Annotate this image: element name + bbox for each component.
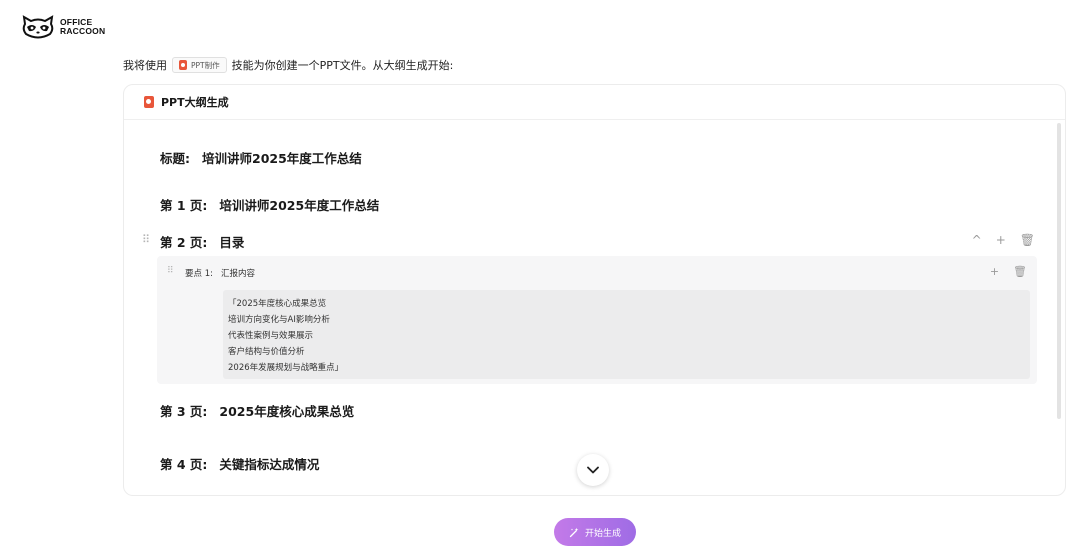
logo-text: OFFICE RACCOON [60, 18, 105, 36]
ppt-icon [179, 60, 187, 70]
intro-suffix: 技能为你创建一个PPT文件。从大纲生成开始: [231, 59, 454, 72]
page-title: 目录 [219, 235, 245, 250]
delete-icon[interactable]: 🗑 [1020, 233, 1035, 247]
page-label: 第 1 页: [160, 198, 208, 213]
point-line: 2026年发展规划与战略重点」 [228, 363, 344, 373]
delete-icon[interactable]: 🗑 [1013, 265, 1027, 278]
scrollbar[interactable] [1057, 123, 1061, 419]
skill-chip[interactable]: PPT制作 [172, 57, 227, 73]
drag-handle-icon[interactable]: ⠿ [167, 266, 174, 276]
collapse-icon[interactable]: ^ [972, 233, 982, 247]
skill-chip-label: PPT制作 [191, 60, 220, 70]
point-actions: + 🗑 [990, 265, 1027, 278]
point-line: 客户结构与价值分析 [228, 347, 305, 357]
page-title: 关键指标达成情况 [219, 457, 320, 472]
page-row-3[interactable]: 第 3 页: 2025年度核心成果总览 [160, 401, 354, 420]
outline-title-row[interactable]: 标题: 培训讲师2025年度工作总结 [160, 148, 362, 167]
logo: OFFICE RACCOON [22, 15, 105, 39]
magic-wand-icon [569, 527, 579, 537]
point-line: 代表性案例与效果展示 [228, 331, 314, 341]
chevron-down-icon [587, 466, 599, 474]
point-line: 培训方向变化与AI影响分析 [228, 315, 330, 325]
card-title: PPT大纲生成 [161, 96, 229, 109]
drag-handle-icon[interactable]: ⠿ [142, 233, 150, 246]
start-generate-label: 开始生成 [584, 528, 621, 539]
card-header: PPT大纲生成 [124, 85, 1065, 120]
page-title: 2025年度核心成果总览 [219, 404, 355, 419]
page-title: 培训讲师2025年度工作总结 [219, 198, 380, 213]
intro-prefix: 我将使用 [123, 59, 167, 72]
page-label: 第 4 页: [160, 457, 208, 472]
page-row-4[interactable]: 第 4 页: 关键指标达成情况 [160, 454, 319, 473]
title-label: 标题: [160, 151, 190, 166]
page-row-2[interactable]: 第 2 页: 目录 [160, 232, 244, 251]
scroll-down-button[interactable] [577, 454, 609, 486]
add-icon[interactable]: + [996, 233, 1006, 247]
point-content-textarea[interactable]: 「2025年度核心成果总览 培训方向变化与AI影响分析 代表性案例与效果展示 客… [223, 290, 1030, 379]
raccoon-logo-icon [22, 15, 54, 39]
add-icon[interactable]: + [990, 265, 999, 278]
ppt-icon [144, 96, 154, 108]
point-item: ⠿ 要点 1: 汇报内容 + 🗑 「2025年度核心成果总览 培训方向变化与AI… [157, 256, 1037, 384]
point-line: 「2025年度核心成果总览 [228, 299, 327, 309]
page-row-1[interactable]: 第 1 页: 培训讲师2025年度工作总结 [160, 195, 379, 214]
title-value: 培训讲师2025年度工作总结 [202, 151, 362, 166]
point-header: 要点 1: 汇报内容 [185, 267, 255, 279]
start-generate-button[interactable]: 开始生成 [554, 518, 636, 546]
outline-card: PPT大纲生成 标题: 培训讲师2025年度工作总结 第 1 页: 培训讲师20… [123, 84, 1066, 496]
page-label: 第 3 页: [160, 404, 208, 419]
page-row-2-actions: ^ + 🗑 [972, 233, 1035, 247]
point-label: 要点 1: [185, 269, 213, 279]
point-title[interactable]: 汇报内容 [221, 267, 255, 279]
logo-line-2: RACCOON [60, 26, 106, 36]
assistant-message: 我将使用 PPT制作 技能为你创建一个PPT文件。从大纲生成开始: [123, 56, 453, 74]
page-label: 第 2 页: [160, 235, 208, 250]
